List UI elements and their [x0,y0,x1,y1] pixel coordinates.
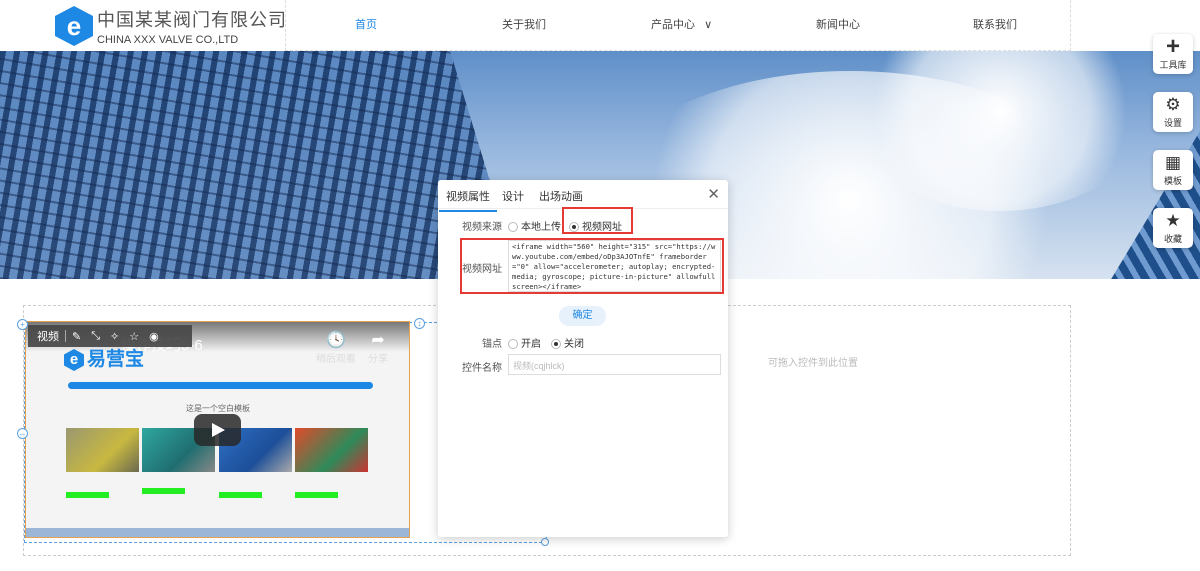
move-handle[interactable]: + [17,319,28,330]
close-icon[interactable]: ✕ [707,185,720,203]
favorites-button[interactable]: ★ 收藏 [1153,208,1193,248]
nav-news[interactable]: 新闻中心 [816,16,860,32]
radio-anchor-on[interactable]: 开启 [508,335,541,350]
video-properties-panel: 视频属性 设计 出场动画 ✕ 视频来源 本地上传 视频网址 视频网址 <ifra… [438,180,728,537]
watch-later-button[interactable]: 🕓 稍后观看 [316,330,356,365]
nav-home[interactable]: 首页 [355,16,377,32]
nav-contact[interactable]: 联系我们 [973,16,1017,32]
company-name-en: CHINA XXX VALVE CO.,LTD [97,34,239,46]
tab-video-properties[interactable]: 视频属性 [439,188,497,212]
side-toolbar: + 工具库 ⚙ 设置 ▦ 模板 ★ 收藏 [1153,34,1193,266]
logo[interactable]: e 中国某某阀门有限公司 CHINA XXX VALVE CO.,LTD [55,6,287,46]
toolbox-button[interactable]: + 工具库 [1153,34,1193,74]
template-grid-icon: ▦ [1164,152,1182,172]
video-content-heading: 这是一个空白模板 [186,404,250,413]
site-header: e 中国某某阀门有限公司 CHINA XXX VALVE CO.,LTD 首页 … [0,0,1200,51]
anchor-label: 锚点 [482,339,502,350]
video-player[interactable]: 操作技巧5-6 e易营宝 🕓稍后观看 ➦分享 这是一个空白模板 [25,321,410,538]
template-label: 模板 [1163,175,1182,186]
highlight-box [562,207,633,234]
nav-products[interactable]: 产品中心 ∨ [651,16,712,32]
template-button[interactable]: ▦ 模板 [1153,150,1193,190]
edit-icon[interactable]: ✎ [72,330,81,343]
tab-entrance-animation[interactable]: 出场动画 [539,188,583,204]
star-icon[interactable]: ☆ [129,330,139,343]
video-widget-toolbar: 视频 ✎ ⤡ ✧ ☆ ◉ [28,325,192,347]
eye-icon[interactable]: ◉ [149,330,159,343]
gears-icon: ⚙ [1165,94,1181,114]
share-label: 分享 [368,354,388,365]
tab-design[interactable]: 设计 [502,188,524,204]
source-label: 视频来源 [462,222,502,233]
resize-height-handle[interactable]: ↕ [414,318,425,329]
nav-about[interactable]: 关于我们 [502,16,546,32]
drop-hint: 可拖入控件到此位置 [768,358,858,369]
widget-name-input[interactable]: 视频(cqjhlck) [508,354,721,375]
play-button[interactable] [194,414,241,446]
logo-icon: e [55,6,93,46]
nav-products-label: 产品中心 [651,19,695,31]
magic-icon[interactable]: ✧ [110,330,119,343]
radio-anchor-off[interactable]: 关闭 [551,335,584,350]
settings-label: 设置 [1163,117,1182,128]
share-button[interactable]: ➦ 分享 [368,330,388,365]
resize-icon[interactable]: ⤡ [91,330,100,343]
toolbox-label: 工具库 [1159,59,1187,70]
favorites-label: 收藏 [1163,233,1182,244]
chevron-down-icon: ∨ [704,19,713,31]
watch-later-label: 稍后观看 [316,354,356,365]
widget-name-label: 控件名称 [462,363,502,374]
resize-corner-handle[interactable] [541,538,549,546]
resize-width-handle[interactable]: ↔ [17,428,28,439]
settings-button[interactable]: ⚙ 设置 [1153,92,1193,132]
radio-local-upload[interactable]: 本地上传 [508,218,561,233]
company-name-cn: 中国某某阀门有限公司 [97,10,287,30]
plus-icon: + [1165,32,1180,60]
star-icon: ★ [1165,210,1181,230]
confirm-button[interactable]: 确定 [559,306,606,326]
video-brand-logo: e 易营宝 [64,344,144,371]
widget-type-label: 视频 [37,331,59,343]
highlight-box [460,238,724,294]
